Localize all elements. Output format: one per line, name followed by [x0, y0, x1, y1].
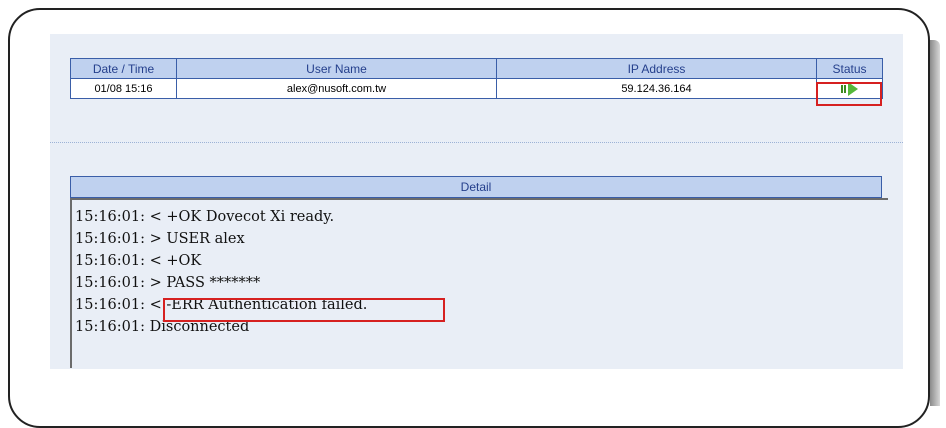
log-line: 15:16:01: > PASS ******* — [75, 275, 261, 291]
cell-datetime: 01/08 15:16 — [70, 78, 177, 99]
log-line: 15:16:01: < +OK Dovecot Xi ready. — [75, 209, 335, 225]
error-highlight-box — [163, 298, 445, 322]
status-highlight-box — [816, 82, 882, 106]
log-table-header-row: Date / Time User Name IP Address Status — [70, 58, 883, 79]
card-shadow — [930, 40, 940, 406]
detail-header: Detail — [70, 176, 882, 198]
column-header-user-name[interactable]: User Name — [176, 58, 497, 79]
cell-user-name: alex@nusoft.com.tw — [176, 78, 497, 99]
log-line: 15:16:01: < +OK — [75, 253, 202, 269]
column-header-ip-address[interactable]: IP Address — [496, 58, 817, 79]
log-table: Date / Time User Name IP Address Status … — [70, 58, 883, 99]
detail-log-box[interactable]: 15:16:01: < +OK Dovecot Xi ready. 15:16:… — [70, 198, 888, 368]
section-divider — [50, 142, 903, 143]
table-row[interactable]: 01/08 15:16 alex@nusoft.com.tw 59.124.36… — [70, 78, 883, 99]
log-line: 15:16:01: > USER alex — [75, 231, 245, 247]
column-header-datetime[interactable]: Date / Time — [70, 58, 177, 79]
column-header-status[interactable]: Status — [816, 58, 883, 79]
cell-ip-address: 59.124.36.164 — [496, 78, 817, 99]
